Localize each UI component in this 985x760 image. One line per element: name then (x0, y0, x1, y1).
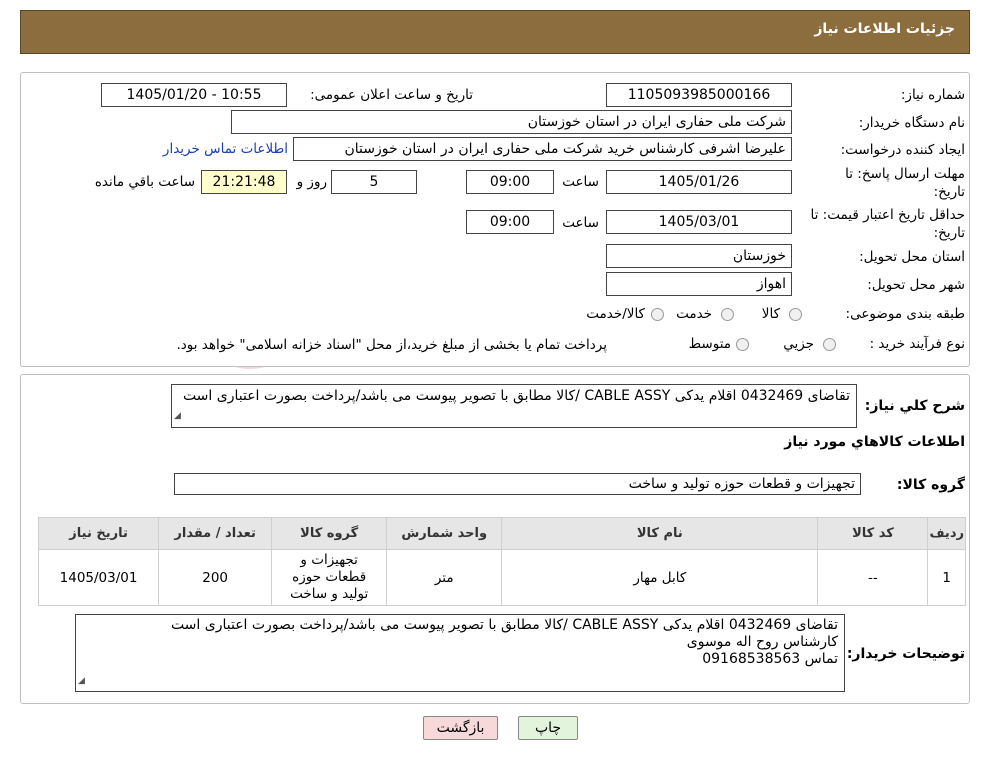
remaining-label: ساعت باقي مانده (94, 174, 195, 190)
cell-name: کابل مهار (501, 549, 819, 606)
announce-date-field: 1405/01/20 - 10:55 (101, 83, 287, 107)
province-label: استان محل تحویل: (859, 249, 965, 265)
buyer-notes-textarea: تقاضای 0432469 اقلام یدکی CABLE ASSY /کا… (75, 614, 845, 692)
table-row: 1 -- کابل مهار متر تجهیزات و قطعات حوزه … (37, 549, 966, 606)
buyer-contact-link[interactable]: اطلاعات تماس خریدار (163, 141, 288, 157)
buyer-notes-line1: تقاضای 0432469 اقلام یدکی CABLE ASSY /کا… (170, 617, 838, 633)
goods-group-field: تجهیزات و قطعات حوزه تولید و ساخت (174, 473, 861, 495)
goods-group-label: گروه کالا: (896, 477, 965, 493)
col-header-qty: تعداد / مقدار (158, 517, 273, 550)
category-option-goods-service: کالا/خدمت (586, 306, 645, 322)
announce-date-label: تاریخ و ساعت اعلان عمومی: (310, 87, 473, 103)
creator-label: ایجاد کننده درخواست: (840, 142, 965, 158)
print-button[interactable]: چاپ (518, 716, 578, 740)
need-number-label: شماره نیاز: (900, 87, 965, 103)
page-title: جزئیات اطلاعات نیاز (814, 21, 955, 37)
process-radio-minor[interactable] (823, 338, 836, 351)
table-header-row: ردیف کد کالا نام کالا واحد شمارش گروه کا… (37, 517, 966, 550)
category-option-goods: کالا (761, 306, 780, 322)
days-field: 5 (331, 170, 417, 194)
cell-unit: متر (386, 549, 503, 606)
col-header-name: نام کالا (501, 517, 819, 550)
page-header: جزئیات اطلاعات نیاز (20, 10, 970, 54)
category-label: طبقه بندی موضوعی: (845, 306, 965, 322)
process-option-medium: متوسط (688, 336, 731, 352)
items-table: ردیف کد کالا نام کالا واحد شمارش گروه کا… (37, 517, 966, 606)
category-option-service: خدمت (676, 306, 712, 322)
col-header-code: کد کالا (817, 517, 929, 550)
category-radio-goods-service[interactable] (651, 308, 664, 321)
cell-date: 1405/03/01 (37, 549, 160, 606)
cell-row-no: 1 (927, 549, 966, 606)
buyer-org-field: شرکت ملی حفاری ایران در استان خوزستان (231, 110, 792, 134)
col-header-unit: واحد شمارش (386, 517, 503, 550)
general-desc-textarea: تقاضای 0432469 اقلام یدکی CABLE ASSY /کا… (171, 384, 857, 428)
city-label: شهر محل تحویل: (867, 277, 965, 293)
buyer-notes-label: توضیحات خریدار: (846, 646, 965, 662)
process-note: پرداخت تمام یا بخشی از مبلغ خرید،از محل … (176, 337, 607, 353)
back-button[interactable]: بازگشت (423, 716, 498, 740)
general-desc-label: شرح کلي نياز: (864, 398, 965, 414)
process-radio-medium[interactable] (736, 338, 749, 351)
remaining-time-field: 21:21:48 (201, 170, 287, 194)
validity-time-field: 09:00 (466, 210, 554, 234)
validity-date-field: 1405/03/01 (606, 210, 792, 234)
validity-time-label: ساعت (562, 215, 599, 231)
creator-field: علیرضا اشرفی کارشناس خرید شرکت ملی حفاری… (293, 137, 792, 161)
buyer-notes-line2: کارشناس روح اله موسوی (686, 634, 838, 650)
province-field: خوزستان (606, 244, 792, 268)
deadline-time-label: ساعت (562, 174, 599, 190)
deadline-time-field: 09:00 (466, 170, 554, 194)
validity-label: حداقل تاریخ اعتبار قیمت: تا تاریخ: (810, 207, 965, 241)
col-header-group: گروه کالا (271, 517, 388, 550)
process-option-minor: جزیي (783, 336, 814, 352)
col-header-row-no: ردیف (927, 517, 966, 550)
need-number-field: 1105093985000166 (606, 83, 792, 107)
category-radio-goods[interactable] (789, 308, 802, 321)
deadline-label: مهلت ارسال پاسخ: تا تاریخ: (845, 166, 965, 200)
category-radio-service[interactable] (721, 308, 734, 321)
cell-group: تجهیزات و قطعات حوزه تولید و ساخت (271, 549, 388, 606)
deadline-date-field: 1405/01/26 (606, 170, 792, 194)
days-label: روز و (296, 174, 327, 190)
buyer-notes-line3: تماس 09168538563 (702, 651, 838, 667)
goods-info-heading: اطلاعات کالاهاي مورد نياز (784, 434, 965, 450)
buyer-org-label: نام دستگاه خریدار: (858, 115, 965, 131)
col-header-date: تاریخ نیاز (37, 517, 160, 550)
cell-code: -- (817, 549, 929, 606)
city-field: اهواز (606, 272, 792, 296)
process-label: نوع فرآیند خرید : (869, 336, 965, 352)
cell-qty: 200 (158, 549, 273, 606)
